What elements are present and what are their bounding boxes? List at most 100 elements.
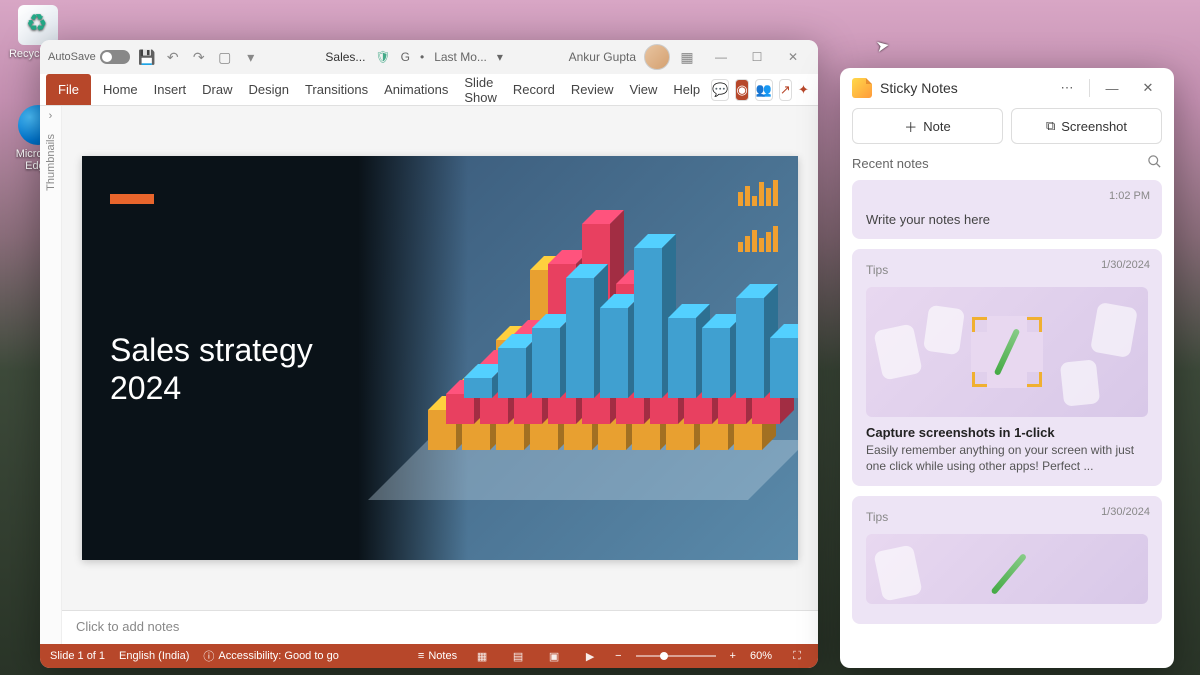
slide-image [358,156,798,560]
note-time: 1/30/2024 [1101,506,1150,518]
zoom-level[interactable]: 60% [750,650,772,662]
note-desc: Easily remember anything on your screen … [866,442,1148,474]
notes-pane[interactable]: Click to add notes [62,610,818,644]
tab-review[interactable]: Review [563,74,622,105]
note-thumbnail [866,287,1148,417]
note-card[interactable]: Tips 1/30/2024 [852,496,1162,624]
accessibility-status[interactable]: ⓘ Accessibility: Good to go [203,648,338,664]
new-note-button[interactable]: ＋ Note [852,108,1003,144]
note-time: 1:02 PM [1109,190,1150,202]
titlebar[interactable]: AutoSave 💾 ↶ ↷ ▢ ▾ Sales... 🛡 G • Last M… [40,40,818,74]
note-card[interactable]: 1:02 PM Write your notes here [852,180,1162,239]
thumbnails-label: Thumbnails [45,134,57,191]
notes-toggle[interactable]: ≡ Notes [418,650,457,662]
chart-bar [498,348,526,398]
share-button[interactable]: ↗ [779,79,792,101]
zoom-in-icon[interactable]: + [730,650,736,662]
tab-home[interactable]: Home [95,74,146,105]
maximize-button[interactable]: ☐ [740,45,774,69]
tab-transitions[interactable]: Transitions [297,74,376,105]
tab-help[interactable]: Help [665,74,708,105]
fit-window-icon[interactable]: ⛶ [786,648,808,664]
status-bar: Slide 1 of 1 English (India) ⓘ Accessibi… [40,644,818,668]
toggle-pill[interactable] [100,50,130,64]
dropdown-icon[interactable]: ▾ [497,50,503,64]
notes-placeholder: Click to add notes [76,619,179,634]
chart-bar [702,328,730,398]
cursor-icon: ➤ [874,35,891,57]
record-button[interactable]: ◉ [735,79,748,101]
person-icon: ⓘ [203,648,214,664]
slide-accent-bar [110,194,154,204]
comments-button[interactable]: 💬 [711,79,729,101]
more-button[interactable]: ⋯ [1053,74,1081,102]
reading-view-icon[interactable]: ▣ [543,648,565,664]
chart-bar [464,378,492,398]
zoom-slider[interactable] [636,655,716,657]
user-name: Ankur Gupta [569,50,636,64]
slideshow-icon[interactable]: ▢ [216,48,234,66]
copilot-button[interactable]: ✦ [798,79,809,101]
tab-animations[interactable]: Animations [376,74,456,105]
tab-file[interactable]: File [46,74,91,105]
powerpoint-window: AutoSave 💾 ↶ ↷ ▢ ▾ Sales... 🛡 G • Last M… [40,40,818,668]
close-button[interactable]: ✕ [1134,74,1162,102]
language-status[interactable]: English (India) [119,650,189,662]
minimize-button[interactable]: — [1098,74,1126,102]
plus-icon: ＋ [904,117,917,136]
ribbon-mode-icon[interactable]: ▦ [678,48,696,66]
chart-bar [668,318,696,398]
slide-canvas[interactable]: Sales strategy 2024 [62,106,818,610]
screenshot-button[interactable]: ⧉ Screenshot [1011,108,1162,144]
chart-bar [446,394,474,424]
chart-bar [566,278,594,398]
chart-bar [600,308,628,398]
undo-icon[interactable]: ↶ [164,48,182,66]
slide-title[interactable]: Sales strategy 2024 [110,331,313,408]
shield-icon: 🛡 [375,50,390,64]
minimize-button[interactable]: — [704,45,738,69]
tab-view[interactable]: View [621,74,665,105]
sticky-notes-icon [852,78,872,98]
search-icon[interactable] [1147,154,1162,172]
note-headline: Capture screenshots in 1-click [866,425,1148,440]
slideshow-view-icon[interactable]: ▶ [579,648,601,664]
recent-notes-label: Recent notes [852,156,929,171]
teams-button[interactable]: 👥 [755,79,773,101]
avatar[interactable] [644,44,670,70]
slide-counter[interactable]: Slide 1 of 1 [50,650,105,662]
sticky-header[interactable]: Sticky Notes ⋯ — ✕ [840,68,1174,108]
chart-bar [532,328,560,398]
chart-bar [634,248,662,398]
notes-list[interactable]: 1:02 PM Write your notes here Tips 1/30/… [840,180,1174,668]
tab-insert[interactable]: Insert [146,74,195,105]
save-icon[interactable]: 💾 [138,48,156,66]
normal-view-icon[interactable]: ▦ [471,648,493,664]
sticky-title: Sticky Notes [880,80,958,96]
screenshot-icon: ⧉ [1046,118,1055,134]
sorter-view-icon[interactable]: ▤ [507,648,529,664]
tab-draw[interactable]: Draw [194,74,240,105]
sticky-notes-window: Sticky Notes ⋯ — ✕ ＋ Note ⧉ Screenshot R… [840,68,1174,668]
thumbnail-rail[interactable]: › Thumbnails [40,106,62,644]
tab-slideshow[interactable]: Slide Show [456,74,505,105]
note-tag: Tips [866,510,888,524]
tab-record[interactable]: Record [505,74,563,105]
note-time: 1/30/2024 [1101,259,1150,271]
chart-bar [770,338,798,398]
note-card[interactable]: Tips 1/30/2024 Capture screenshots in 1-… [852,249,1162,486]
notes-icon: ≡ [418,650,424,662]
slide[interactable]: Sales strategy 2024 [82,156,798,560]
chevron-right-icon[interactable]: › [49,110,53,122]
redo-icon[interactable]: ↷ [190,48,208,66]
zoom-out-icon[interactable]: − [615,650,621,662]
saved-status: Last Mo... [434,50,487,64]
qat-more-icon[interactable]: ▾ [242,48,260,66]
autosave-toggle[interactable]: AutoSave [48,50,130,64]
chart-bar [736,298,764,398]
tab-design[interactable]: Design [241,74,297,105]
close-button[interactable]: ✕ [776,45,810,69]
doc-name[interactable]: Sales... [325,50,365,64]
note-body: Write your notes here [866,212,1148,227]
ribbon: File Home Insert Draw Design Transitions… [40,74,818,106]
